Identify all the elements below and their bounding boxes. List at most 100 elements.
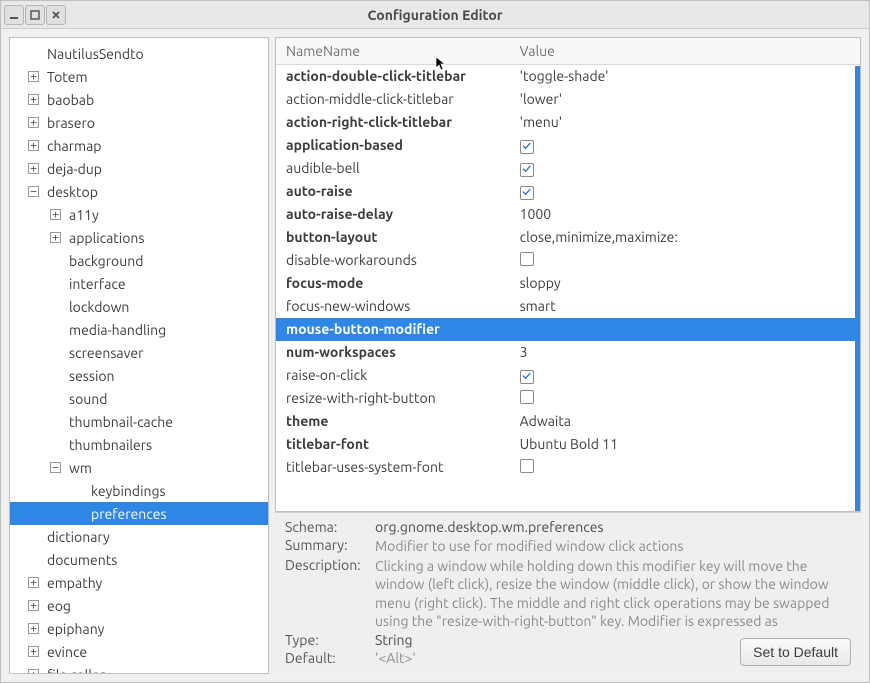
column-header-name[interactable]: NameName	[276, 38, 510, 65]
table-row[interactable]: application-based	[276, 134, 860, 157]
minimize-icon	[9, 10, 19, 20]
key-value-cell[interactable]: smart	[510, 295, 860, 318]
key-value-cell[interactable]: Ubuntu Bold 11	[510, 433, 860, 456]
expand-icon[interactable]: +	[28, 669, 39, 674]
schema-tree[interactable]: NautilusSendto + Totem +baobab+brasero+char…	[9, 37, 269, 674]
key-value-cell[interactable]	[510, 134, 860, 157]
expand-icon[interactable]: +	[28, 577, 39, 588]
tree-item-dictionary[interactable]: dictionary	[10, 525, 268, 548]
tree-item-file-roller[interactable]: +file-roller	[10, 663, 268, 674]
tree-item-thumbnailers[interactable]: thumbnailers	[10, 433, 268, 456]
expand-icon[interactable]: +	[28, 140, 39, 151]
table-row[interactable]: raise-on-click	[276, 364, 860, 387]
expand-icon[interactable]: +	[28, 163, 39, 174]
tree-item-Totem[interactable]: + Totem	[10, 65, 268, 88]
expand-icon[interactable]: +	[28, 623, 39, 634]
tree-item-keybindings[interactable]: keybindings	[10, 479, 268, 502]
table-row[interactable]: auto-raise-delay1000	[276, 203, 860, 226]
tree-item-epiphany[interactable]: +epiphany	[10, 617, 268, 640]
expander-blank	[72, 508, 83, 519]
column-header-value[interactable]: Value	[510, 38, 860, 65]
minimize-button[interactable]	[4, 5, 24, 25]
tree-item-empathy[interactable]: +empathy	[10, 571, 268, 594]
expand-icon[interactable]: +	[28, 71, 39, 82]
table-row[interactable]: auto-raise	[276, 180, 860, 203]
tree-item-background[interactable]: background	[10, 249, 268, 272]
key-value-cell[interactable]: Adwaita	[510, 410, 860, 433]
table-row[interactable]: button-layoutclose,minimize,maximize:	[276, 226, 860, 249]
table-row[interactable]: num-workspaces3	[276, 341, 860, 364]
key-value-cell[interactable]	[510, 387, 860, 410]
key-value-cell[interactable]: 3	[510, 341, 860, 364]
checkbox-icon[interactable]	[520, 186, 534, 200]
key-value-cell[interactable]	[510, 364, 860, 387]
key-value-cell[interactable]: 'toggle-shade'	[510, 65, 860, 88]
close-button[interactable]	[46, 5, 66, 25]
tree-item-desktop[interactable]: −desktop	[10, 180, 268, 203]
tree-item-interface[interactable]: interface	[10, 272, 268, 295]
tree-item-wm[interactable]: −wm	[10, 456, 268, 479]
table-row[interactable]: action-right-click-titlebar'menu'	[276, 111, 860, 134]
tree-item-screensaver[interactable]: screensaver	[10, 341, 268, 364]
table-row[interactable]: themeAdwaita	[276, 410, 860, 433]
tree-item-a11y[interactable]: +a11y	[10, 203, 268, 226]
tree-item-deja-dup[interactable]: +deja-dup	[10, 157, 268, 180]
tree-item-documents[interactable]: documents	[10, 548, 268, 571]
key-value-cell[interactable]	[510, 318, 860, 341]
tree-item-sound[interactable]: sound	[10, 387, 268, 410]
collapse-icon[interactable]: −	[28, 186, 39, 197]
table-row[interactable]: disable-workarounds	[276, 249, 860, 272]
table-row[interactable]: action-middle-click-titlebar'lower'	[276, 88, 860, 111]
checkbox-icon[interactable]	[520, 252, 534, 266]
expand-icon[interactable]: +	[50, 232, 61, 243]
key-value-cell[interactable]: close,minimize,maximize:	[510, 226, 860, 249]
tree-item-eog[interactable]: +eog	[10, 594, 268, 617]
table-row[interactable]: mouse-button-modifier	[276, 318, 860, 341]
table-row[interactable]: focus-new-windowssmart	[276, 295, 860, 318]
key-value-cell[interactable]	[510, 157, 860, 180]
titlebar[interactable]: Configuration Editor	[1, 1, 869, 29]
tree-item-media-handling[interactable]: media-handling	[10, 318, 268, 341]
checkbox-icon[interactable]	[520, 459, 534, 473]
key-name-cell: button-layout	[276, 226, 510, 249]
checkbox-icon[interactable]	[520, 140, 534, 154]
content-area: NautilusSendto + Totem +baobab+brasero+char…	[1, 29, 869, 682]
set-to-default-button[interactable]: Set to Default	[740, 638, 851, 666]
scrollbar-track[interactable]	[855, 66, 860, 511]
tree-item-preferences[interactable]: preferences	[10, 502, 268, 525]
expand-icon[interactable]: +	[28, 600, 39, 611]
tree-item-evince[interactable]: +evince	[10, 640, 268, 663]
tree-item-applications[interactable]: +applications	[10, 226, 268, 249]
tree-item-baobab[interactable]: +baobab	[10, 88, 268, 111]
maximize-button[interactable]	[25, 5, 45, 25]
table-row[interactable]: audible-bell	[276, 157, 860, 180]
key-value-cell[interactable]	[510, 249, 860, 272]
tree-item-lockdown[interactable]: lockdown	[10, 295, 268, 318]
checkbox-icon[interactable]	[520, 390, 534, 404]
tree-item-thumbnail-cache[interactable]: thumbnail-cache	[10, 410, 268, 433]
table-row[interactable]: titlebar-uses-system-font	[276, 456, 860, 479]
expand-icon[interactable]: +	[28, 117, 39, 128]
tree-item-NautilusSendto[interactable]: NautilusSendto	[10, 42, 268, 65]
tree-item-brasero[interactable]: +brasero	[10, 111, 268, 134]
checkbox-icon[interactable]	[520, 163, 534, 177]
tree-item-label: Totem	[47, 69, 88, 85]
table-row[interactable]: titlebar-fontUbuntu Bold 11	[276, 433, 860, 456]
table-row[interactable]: action-double-click-titlebar'toggle-shad…	[276, 65, 860, 88]
checkbox-icon[interactable]	[520, 370, 534, 384]
key-value-cell[interactable]: sloppy	[510, 272, 860, 295]
key-table-scroll[interactable]: NameName Value action-double-click-title…	[276, 38, 860, 511]
tree-item-session[interactable]: session	[10, 364, 268, 387]
key-value-cell[interactable]	[510, 456, 860, 479]
tree-item-charmap[interactable]: +charmap	[10, 134, 268, 157]
expand-icon[interactable]: +	[28, 646, 39, 657]
table-row[interactable]: focus-modesloppy	[276, 272, 860, 295]
key-value-cell[interactable]: 'menu'	[510, 111, 860, 134]
expand-icon[interactable]: +	[28, 94, 39, 105]
expand-icon[interactable]: +	[50, 209, 61, 220]
table-row[interactable]: resize-with-right-button	[276, 387, 860, 410]
key-value-cell[interactable]	[510, 180, 860, 203]
collapse-icon[interactable]: −	[50, 462, 61, 473]
key-value-cell[interactable]: 1000	[510, 203, 860, 226]
key-value-cell[interactable]: 'lower'	[510, 88, 860, 111]
